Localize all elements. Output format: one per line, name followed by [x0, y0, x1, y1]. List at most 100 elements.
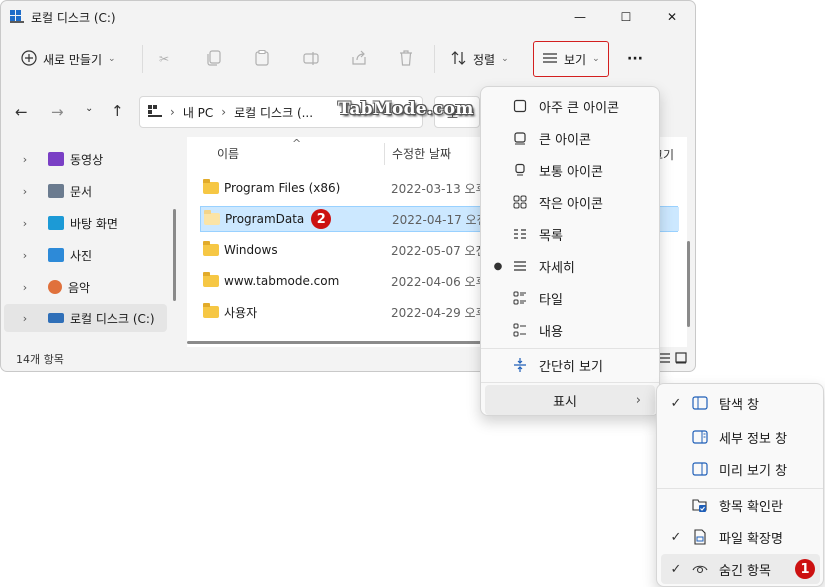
checkmark-icon: ✓ — [670, 395, 682, 411]
close-button[interactable]: ✕ — [649, 1, 695, 33]
maximize-button[interactable]: ☐ — [603, 1, 649, 33]
chevron-down-icon: ⌄ — [501, 54, 509, 64]
path-separator-icon: › — [170, 105, 175, 119]
path-separator-icon: › — [221, 105, 227, 119]
sort-button[interactable]: 정렬 ⌄ — [451, 41, 509, 77]
column-header-name[interactable]: 이름 — [217, 145, 239, 162]
watermark-logo: TabMode.com — [338, 99, 474, 119]
menu-item-hidden-items[interactable]: ✓ 숨긴 항목 1 — [661, 554, 820, 584]
file-date: 2022-04-06 오후 — [391, 274, 487, 289]
cut-button[interactable]: ✂ — [159, 41, 169, 77]
chevron-right-icon: › — [22, 311, 28, 325]
menu-item-label: 큰 아이콘 — [539, 132, 591, 148]
menu-item-show[interactable]: 표시 › — [485, 385, 655, 415]
menu-item-details-pane[interactable]: 세부 정보 창 — [661, 422, 820, 452]
up-arrow-icon[interactable]: ↑ — [111, 102, 124, 120]
preview-pane-icon — [691, 460, 709, 478]
view-menu: 아주 큰 아이콘 큰 아이콘 보통 아이콘 작은 아이콘 목록 ● 자세히 타일… — [480, 86, 660, 416]
music-icon — [48, 280, 62, 294]
folder-icon — [203, 303, 219, 318]
details-view-icon[interactable] — [659, 352, 671, 367]
menu-item-medium-icons[interactable]: 보통 아이콘 — [485, 155, 655, 185]
sidebar-item-local-disk[interactable]: › 로컬 디스크 (C:) — [4, 304, 167, 332]
menu-item-small-icons[interactable]: 작은 아이콘 — [485, 187, 655, 217]
more-button[interactable]: ··· — [627, 41, 643, 77]
sidebar-item-pictures[interactable]: › 사진 — [4, 241, 167, 269]
sidebar-item-label: 로컬 디스크 (C:) — [70, 311, 155, 326]
menu-item-label: 미리 보기 창 — [719, 463, 788, 479]
menu-item-label: 작은 아이콘 — [539, 196, 603, 212]
view-button[interactable]: 보기 ⌄ — [533, 41, 609, 77]
paste-button[interactable] — [255, 41, 269, 77]
chevron-right-icon: › — [22, 184, 28, 198]
chevron-right-icon: › — [22, 248, 28, 262]
sidebar-item-videos[interactable]: › 동영상 — [4, 145, 167, 173]
breadcrumb-drive[interactable]: 로컬 디스크 (... — [234, 104, 313, 121]
video-icon — [48, 152, 64, 166]
sidebar-scrollbar[interactable] — [173, 209, 176, 301]
scissors-icon: ✂ — [159, 52, 170, 66]
menu-item-label: 자세히 — [539, 260, 575, 276]
file-date: 2022-04-29 오후 — [391, 305, 487, 320]
minimize-button[interactable]: — — [557, 1, 603, 33]
menu-item-file-extensions[interactable]: ✓ 파일 확장명 — [661, 522, 820, 552]
menu-item-item-checkboxes[interactable]: 항목 확인란 — [661, 490, 820, 520]
sidebar-item-label: 동영상 — [70, 152, 104, 167]
horizontal-scrollbar[interactable] — [187, 341, 487, 344]
menu-item-label: 아주 큰 아이콘 — [539, 100, 620, 116]
file-name: Program Files (x86) — [224, 181, 341, 195]
menu-item-label: 세부 정보 창 — [719, 431, 788, 447]
chevron-right-icon: › — [22, 152, 28, 166]
tiles-view-icon[interactable] — [675, 352, 687, 367]
copy-button[interactable] — [207, 41, 221, 77]
menu-item-label: 표시 — [553, 394, 577, 410]
step-badge-1: 1 — [795, 559, 815, 579]
forward-arrow-icon[interactable]: → — [51, 103, 64, 121]
eye-icon — [691, 560, 709, 578]
menu-item-large-icons[interactable]: 큰 아이콘 — [485, 123, 655, 153]
recent-chevron-icon[interactable]: ⌄ — [85, 103, 93, 114]
sort-label: 정렬 — [473, 52, 496, 67]
menu-item-navigation-pane[interactable]: ✓ 탐색 창 — [661, 388, 820, 418]
menu-item-compact-view[interactable]: 간단히 보기 — [485, 350, 655, 380]
new-button[interactable]: 새로 만들기 ⌄ — [21, 41, 116, 77]
checkmark-icon: ✓ — [670, 529, 682, 545]
delete-button[interactable] — [399, 41, 413, 77]
sidebar-item-desktop[interactable]: › 바탕 화면 — [4, 209, 167, 237]
rename-icon — [303, 50, 319, 69]
column-header-modified[interactable]: 수정한 날짜 — [392, 145, 451, 162]
menu-item-content[interactable]: 내용 — [485, 315, 655, 345]
picture-icon — [48, 248, 64, 262]
menu-item-extra-large-icons[interactable]: 아주 큰 아이콘 — [485, 91, 655, 121]
menu-item-label: 간단히 보기 — [539, 359, 603, 375]
menu-item-label: 파일 확장명 — [719, 531, 783, 547]
sidebar-item-documents[interactable]: › 문서 — [4, 177, 167, 205]
checkbox-folder-icon — [691, 496, 709, 514]
square-small-icon — [511, 161, 529, 179]
breadcrumb-pc[interactable]: 내 PC — [183, 104, 213, 121]
chevron-right-icon: › — [22, 216, 28, 230]
vertical-scrollbar[interactable] — [687, 241, 690, 327]
rename-button[interactable] — [303, 41, 319, 77]
desktop-icon — [48, 216, 64, 230]
menu-item-preview-pane[interactable]: 미리 보기 창 — [661, 454, 820, 484]
copy-icon — [207, 49, 221, 69]
grid-4-icon — [511, 193, 529, 211]
menu-item-list[interactable]: 목록 — [485, 219, 655, 249]
menu-item-label: 항목 확인란 — [719, 499, 783, 515]
menu-item-tiles[interactable]: 타일 — [485, 283, 655, 313]
divider — [142, 45, 143, 73]
menu-item-details[interactable]: ● 자세히 — [485, 251, 655, 281]
back-arrow-icon[interactable]: ← — [15, 103, 28, 121]
sidebar-item-music[interactable]: › 음악 — [4, 273, 167, 301]
drive-icon — [9, 9, 25, 26]
file-date: 2022-04-17 오전 — [392, 212, 488, 227]
menu-item-label: 탐색 창 — [719, 397, 760, 413]
file-name: Windows — [224, 243, 278, 257]
menu-divider — [481, 348, 659, 349]
navigation-pane: › 동영상 › 문서 › 바탕 화면 › 사진 › 음악 › 로컬 디스크 (C… — [1, 137, 179, 341]
minimize-icon: — — [574, 10, 586, 24]
selection-tail — [661, 207, 679, 231]
selected-dot-icon: ● — [493, 260, 503, 272]
share-button[interactable] — [351, 41, 367, 77]
